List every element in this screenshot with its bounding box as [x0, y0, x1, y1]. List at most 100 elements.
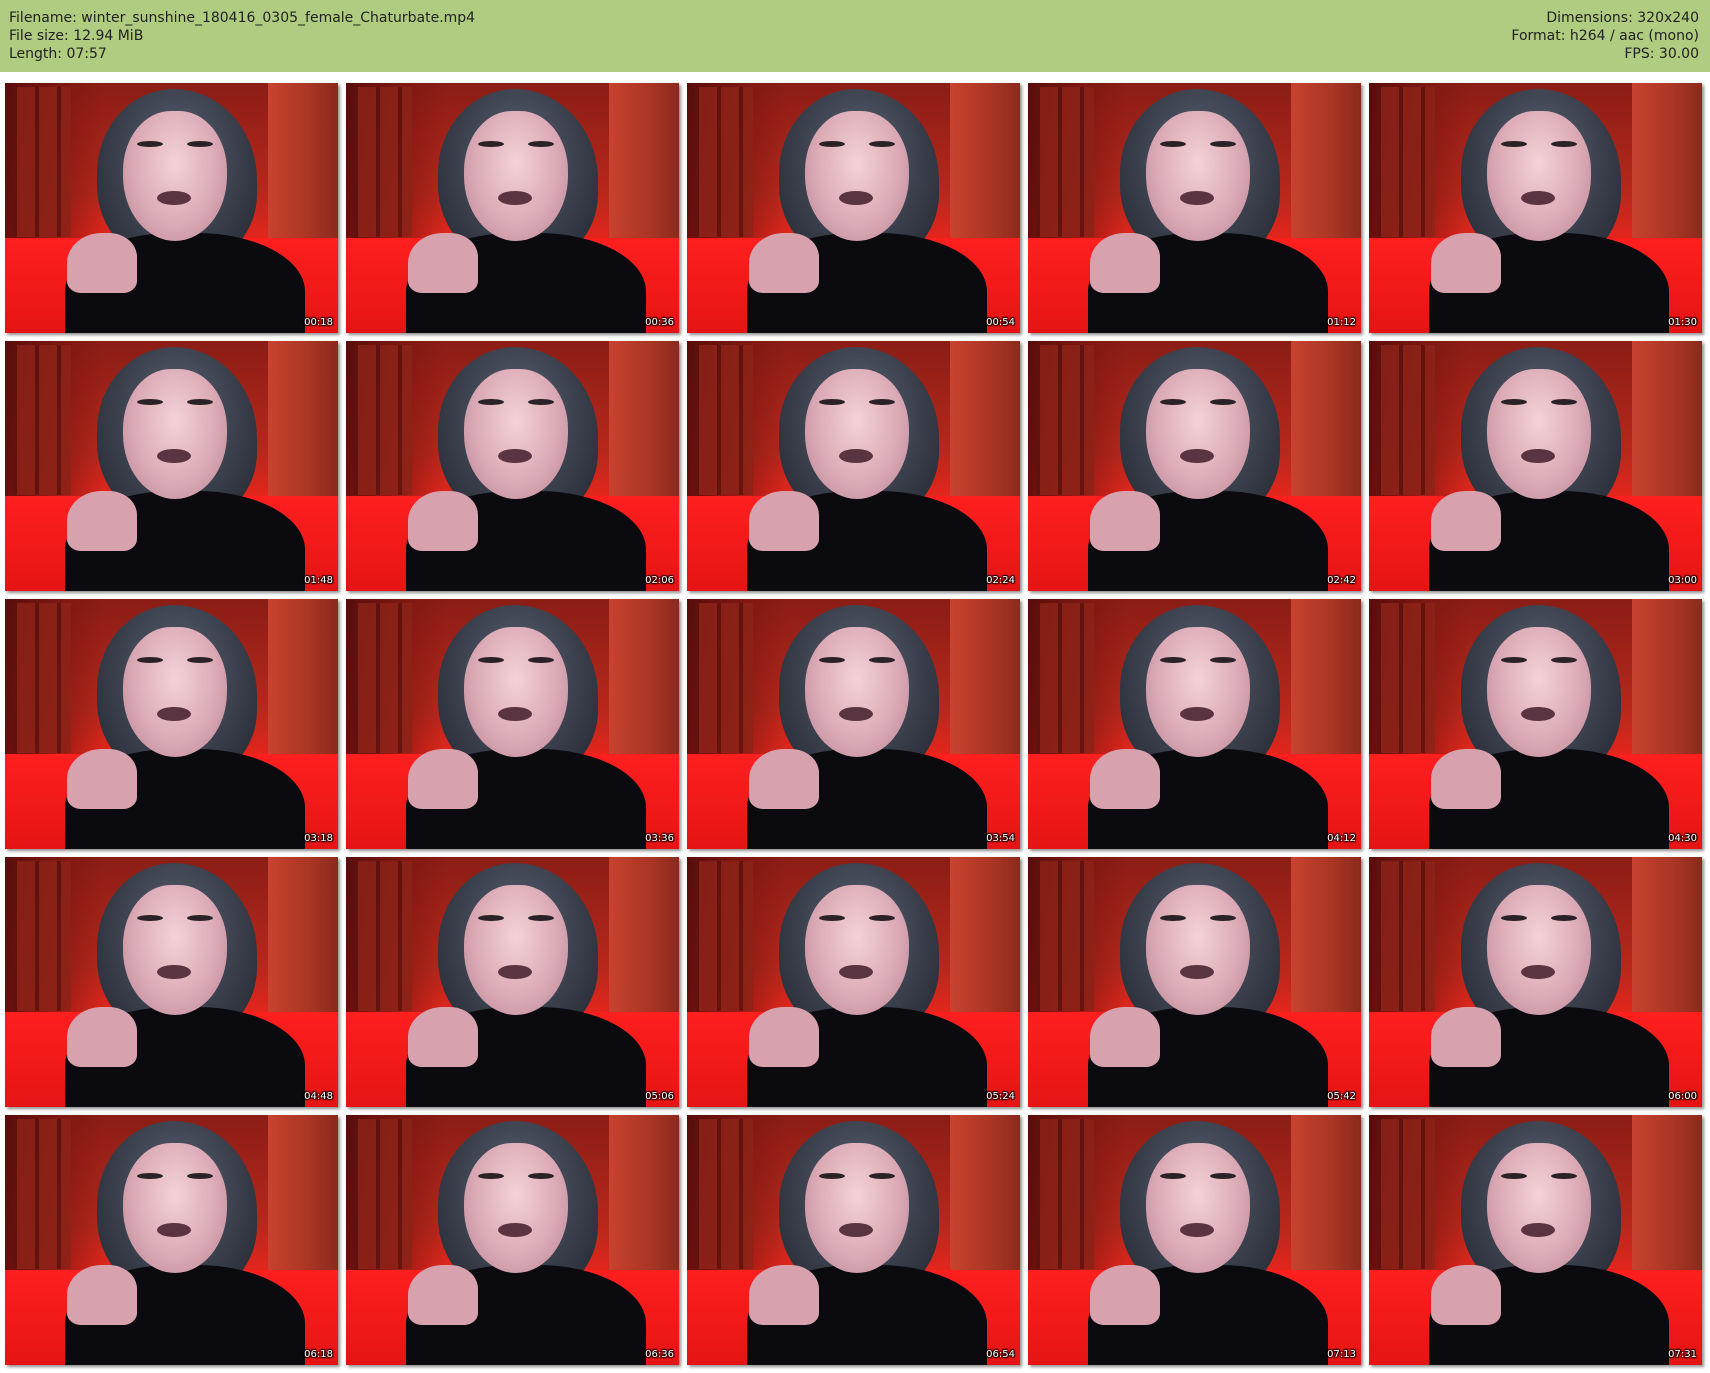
cabinet-background	[695, 603, 753, 753]
person-eye	[869, 657, 895, 663]
info-header: Filename: winter_sunshine_180416_0305_fe…	[0, 0, 1710, 72]
frame-timestamp: 05:42	[1327, 1091, 1356, 1102]
person-shoulder	[749, 749, 819, 809]
stream-info: Dimensions: 320x240 Format: h264 / aac (…	[1511, 9, 1699, 63]
format-text: Format: h264 / aac (mono)	[1511, 28, 1699, 44]
person-lips	[1521, 1223, 1555, 1237]
frame-timestamp: 07:13	[1327, 1349, 1356, 1360]
frame-timestamp: 00:36	[645, 317, 674, 328]
person-face	[1487, 627, 1591, 757]
person-eye	[819, 141, 845, 147]
frame-timestamp: 03:54	[986, 833, 1015, 844]
person-shoulder	[408, 749, 478, 809]
person-eye	[1160, 141, 1186, 147]
frame-timestamp: 03:36	[645, 833, 674, 844]
person-eye	[187, 915, 213, 921]
person-eye	[1210, 141, 1236, 147]
person-eye	[1160, 399, 1186, 405]
file-info: Filename: winter_sunshine_180416_0305_fe…	[9, 9, 475, 63]
person-shoulder	[67, 1265, 137, 1325]
person-lips	[1180, 707, 1214, 721]
frame-timestamp: 04:12	[1327, 833, 1356, 844]
person-eye	[528, 1173, 554, 1179]
person-shoulder	[1090, 491, 1160, 551]
person-eye	[137, 141, 163, 147]
person-eye	[478, 141, 504, 147]
video-frame-thumbnail: 06:36	[346, 1115, 679, 1365]
person-shoulder	[1090, 1265, 1160, 1325]
person-shoulder	[1090, 233, 1160, 293]
person-shoulder	[1090, 749, 1160, 809]
cabinet-background	[695, 345, 753, 495]
person-eye	[1551, 399, 1577, 405]
person-eye	[819, 657, 845, 663]
person-shoulder	[67, 491, 137, 551]
person-face	[1487, 885, 1591, 1015]
cabinet-background	[1377, 861, 1435, 1011]
person-shoulder	[749, 233, 819, 293]
cabinet-background	[354, 87, 412, 237]
person-eye	[869, 399, 895, 405]
person-eye	[528, 915, 554, 921]
person-face	[1487, 369, 1591, 499]
person-lips	[498, 707, 532, 721]
video-frame-thumbnail: 03:00	[1369, 341, 1702, 591]
person-eye	[819, 915, 845, 921]
cabinet-background	[1377, 87, 1435, 237]
person-eye	[1501, 915, 1527, 921]
person-eye	[528, 657, 554, 663]
video-frame-thumbnail: 00:36	[346, 83, 679, 333]
video-frame-thumbnail: 02:42	[1028, 341, 1361, 591]
person-shoulder	[1431, 1265, 1501, 1325]
person-face	[1146, 627, 1250, 757]
frame-timestamp: 02:24	[986, 575, 1015, 586]
person-face	[123, 369, 227, 499]
video-frame-thumbnail: 06:00	[1369, 857, 1702, 1107]
person-eye	[819, 1173, 845, 1179]
cabinet-background	[13, 861, 71, 1011]
person-lips	[498, 191, 532, 205]
person-eye	[1551, 657, 1577, 663]
person-face	[123, 111, 227, 241]
cabinet-background	[13, 1119, 71, 1269]
person-lips	[1180, 1223, 1214, 1237]
person-face	[805, 369, 909, 499]
person-eye	[137, 1173, 163, 1179]
person-lips	[1180, 965, 1214, 979]
person-face	[464, 111, 568, 241]
frame-timestamp: 04:48	[304, 1091, 333, 1102]
person-face	[805, 885, 909, 1015]
person-eye	[187, 399, 213, 405]
frame-timestamp: 00:54	[986, 317, 1015, 328]
cabinet-background	[354, 345, 412, 495]
person-eye	[137, 657, 163, 663]
person-eye	[1160, 915, 1186, 921]
person-lips	[1521, 449, 1555, 463]
video-frame-thumbnail: 00:18	[5, 83, 338, 333]
person-face	[123, 885, 227, 1015]
video-frame-thumbnail: 02:24	[687, 341, 1020, 591]
person-eye	[819, 399, 845, 405]
frame-timestamp: 05:24	[986, 1091, 1015, 1102]
person-lips	[157, 191, 191, 205]
person-lips	[1521, 965, 1555, 979]
video-frame-thumbnail: 05:24	[687, 857, 1020, 1107]
person-shoulder	[1431, 749, 1501, 809]
person-shoulder	[749, 1265, 819, 1325]
person-face	[1146, 369, 1250, 499]
person-face	[1146, 885, 1250, 1015]
frame-timestamp: 02:42	[1327, 575, 1356, 586]
cabinet-background	[1036, 345, 1094, 495]
person-shoulder	[408, 491, 478, 551]
person-lips	[1180, 449, 1214, 463]
video-frame-thumbnail: 03:54	[687, 599, 1020, 849]
person-lips	[157, 1223, 191, 1237]
person-lips	[498, 1223, 532, 1237]
dimensions-text: Dimensions: 320x240	[1546, 10, 1699, 26]
thumbnail-grid: 00:18 00:36 00:54 01:12 01:30 01:48 02:06 02:24…	[5, 83, 1702, 1365]
frame-timestamp: 00:18	[304, 317, 333, 328]
cabinet-background	[1036, 1119, 1094, 1269]
person-lips	[157, 707, 191, 721]
person-eye	[1501, 399, 1527, 405]
cabinet-background	[1036, 87, 1094, 237]
